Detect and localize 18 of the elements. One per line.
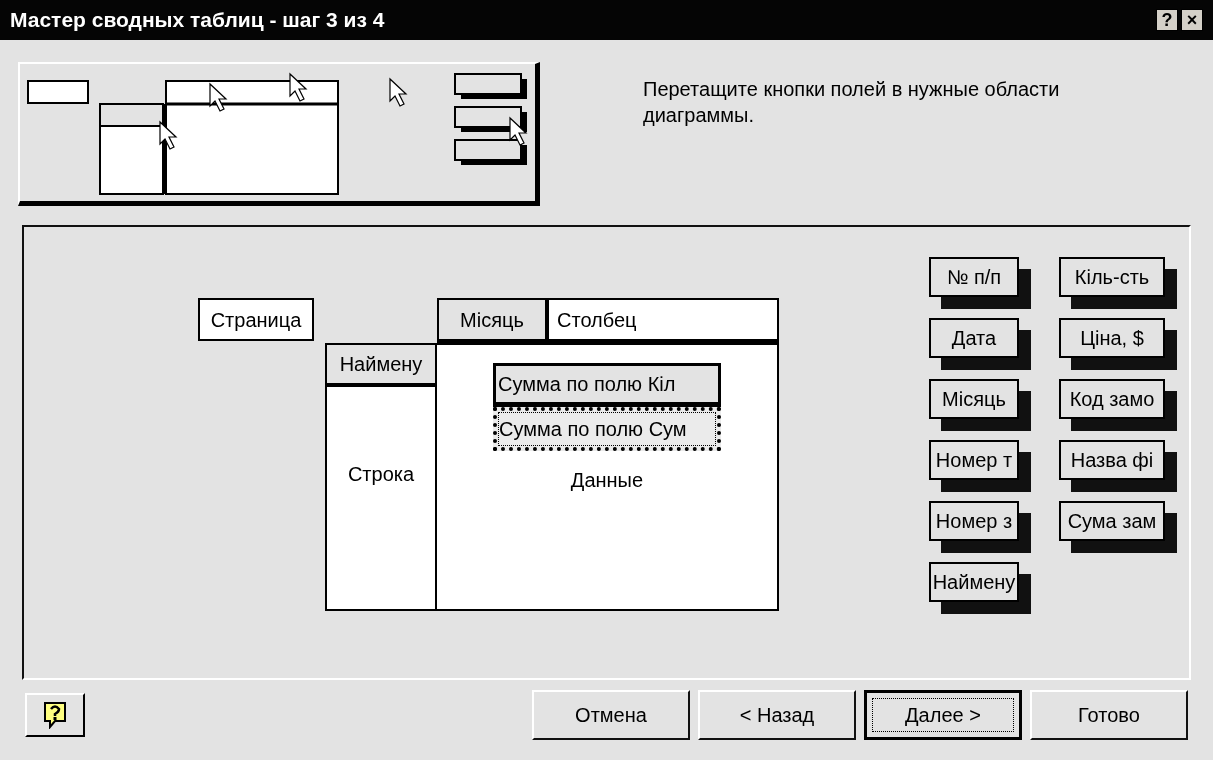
field-button[interactable]: Місяць <box>439 300 549 339</box>
close-button[interactable]: × <box>1181 9 1203 31</box>
page-area: Страница <box>198 298 314 341</box>
dialog-button[interactable]: Далее > <box>864 690 1022 740</box>
dialog-button[interactable]: Отмена <box>532 690 690 740</box>
dialog-button[interactable]: < Назад <box>698 690 856 740</box>
dialog-button[interactable]: Готово <box>1030 690 1188 740</box>
help-icon <box>43 701 67 729</box>
column-area-label: Столбец <box>557 307 637 333</box>
window-title: Мастер сводных таблиц - шаг 3 из 4 <box>10 7 385 34</box>
data-field-button[interactable]: Сумма по полю Сум <box>493 407 721 451</box>
help-button[interactable]: ? <box>1156 9 1178 31</box>
data-area-label: Данные <box>570 468 644 493</box>
data-field-button[interactable]: Сумма по полю Кіл <box>493 363 721 407</box>
instruction-text: Перетащите кнопки полей в нужные области диаграммы. <box>643 77 1061 128</box>
field-button[interactable]: Наймену <box>327 345 435 387</box>
row-area-label: Строка <box>347 462 415 487</box>
help-button[interactable] <box>25 693 85 737</box>
